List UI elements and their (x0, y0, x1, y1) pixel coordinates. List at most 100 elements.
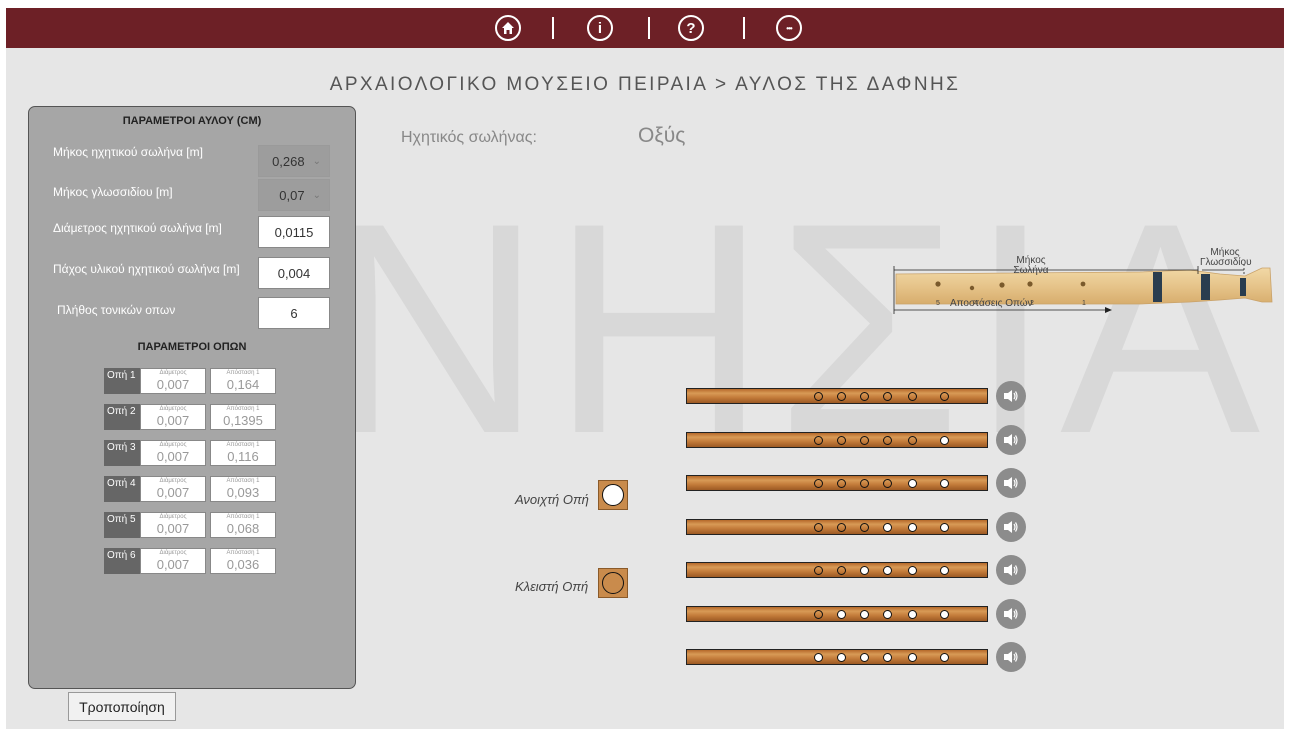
top-navigation-bar: i ? ••• (6, 8, 1284, 48)
hole-diameter-input[interactable]: Διάμετρος 0,007 (140, 368, 206, 394)
play-sound-button[interactable] (996, 599, 1026, 629)
closed-hole (837, 566, 846, 575)
diagram-hole-distances-label: Αποστάσεις Οπών (950, 298, 1033, 309)
open-hole (908, 523, 917, 532)
more-icon[interactable]: ••• (776, 15, 802, 41)
hole-distance-input[interactable]: Απόσταση 1 0,093 (210, 476, 276, 502)
open-hole (860, 653, 869, 662)
hole-distance-input[interactable]: Απόσταση 1 0,068 (210, 512, 276, 538)
hole-diameter-input[interactable]: Διάμετρος 0,007 (140, 476, 206, 502)
closed-hole (860, 479, 869, 488)
play-sound-button[interactable] (996, 642, 1026, 672)
closed-hole (908, 392, 917, 401)
hole-diameter-input[interactable]: Διάμετρος 0,007 (140, 512, 206, 538)
open-hole (940, 653, 949, 662)
parameters-panel: ΠΑΡΑΜΕΤΡΟΙ ΑΥΛΟΥ (CM) Μήκος ηχητικού σωλ… (28, 106, 356, 689)
open-hole (940, 479, 949, 488)
open-hole-swatch (598, 480, 628, 510)
open-hole (883, 610, 892, 619)
closed-hole (814, 392, 823, 401)
open-hole (860, 610, 869, 619)
tube-length-select[interactable]: 0,268 ⌄ (258, 145, 330, 177)
hole-row-2: Οπή 2 Διάμετρος 0,007 Απόσταση 1 0,1395 (104, 404, 304, 430)
hole-row-3: Οπή 3 Διάμετρος 0,007 Απόσταση 1 0,116 (104, 440, 304, 466)
fingering-tube-7 (686, 649, 988, 665)
modify-button[interactable]: Τροποποίηση (68, 692, 176, 721)
hole-label: Οπή 3 (104, 440, 140, 466)
hole-row-1: Οπή 1 Διάμετρος 0,007 Απόσταση 1 0,164 (104, 368, 304, 394)
diagram-mark: 5 (936, 300, 940, 307)
closed-hole (814, 479, 823, 488)
info-icon[interactable]: i (587, 15, 613, 41)
open-hole (837, 653, 846, 662)
hole-diameter-input[interactable]: Διάμετρος 0,007 (140, 548, 206, 574)
hole-diameter-input[interactable]: Διάμετρος 0,007 (140, 440, 206, 466)
closed-hole (814, 436, 823, 445)
hole-label: Οπή 2 (104, 404, 140, 430)
hole-distance-input[interactable]: Απόσταση 1 0,164 (210, 368, 276, 394)
open-hole (908, 566, 917, 575)
hole-row-6: Οπή 6 Διάμετρος 0,007 Απόσταση 1 0,036 (104, 548, 304, 574)
chevron-down-icon: ⌄ (312, 189, 321, 201)
home-icon[interactable] (495, 15, 521, 41)
closed-hole-label: Κλειστή Οπή (515, 579, 589, 594)
speaker-icon (1004, 608, 1018, 620)
play-sound-button[interactable] (996, 381, 1026, 411)
param-label-tube-length: Μήκος ηχητικού σωλήνα [m] (53, 145, 203, 159)
hole-count-input[interactable]: 6 (258, 297, 330, 329)
hole-distance-input[interactable]: Απόσταση 1 0,1395 (210, 404, 276, 430)
hole-distance-input[interactable]: Απόσταση 1 0,116 (210, 440, 276, 466)
hole-distance-input[interactable]: Απόσταση 1 0,036 (210, 548, 276, 574)
diagram-mark: 2 (1030, 300, 1034, 307)
wall-thickness-input[interactable]: 0,004 (258, 257, 330, 289)
closed-hole (814, 566, 823, 575)
hole-label: Οπή 5 (104, 512, 140, 538)
help-icon[interactable]: ? (678, 15, 704, 41)
closed-hole (837, 523, 846, 532)
holes-section-title: ΠΑΡΑΜΕΤΡΟΙ ΟΠΩΝ (137, 341, 247, 353)
play-sound-button[interactable] (996, 425, 1026, 455)
closed-hole (860, 392, 869, 401)
closed-hole (837, 392, 846, 401)
aulos-diagram: Μήκος Σωλήνα Μήκος Γλωσσιδίου Αποστάσεις… (890, 240, 1280, 320)
fingering-tube-1 (686, 388, 988, 404)
open-hole-label: Ανοιχτή Οπή (515, 492, 589, 507)
open-hole (940, 523, 949, 532)
speaker-icon (1004, 564, 1018, 576)
play-sound-button[interactable] (996, 555, 1026, 585)
play-sound-button[interactable] (996, 512, 1026, 542)
breadcrumb: ΑΡΧΑΙΟΛΟΓΙΚΟ ΜΟΥΣΕΙΟ ΠΕΙΡΑΙΑ > ΑΥΛΟΣ ΤΗΣ… (329, 74, 961, 95)
diagram-mark: 4 (974, 300, 978, 307)
tube-type-value: Οξύς (638, 124, 686, 147)
closed-hole (908, 436, 917, 445)
closed-hole (814, 610, 823, 619)
hole-row-5: Οπή 5 Διάμετρος 0,007 Απόσταση 1 0,068 (104, 512, 304, 538)
open-hole (837, 610, 846, 619)
open-hole (860, 566, 869, 575)
diagram-tube-length-label: Μήκος Σωλήνα (1013, 255, 1049, 276)
nav-separator (743, 17, 745, 39)
open-hole (908, 653, 917, 662)
closed-hole (883, 479, 892, 488)
diagram-mark: 1 (1082, 300, 1086, 307)
open-hole (940, 566, 949, 575)
reed-length-select[interactable]: 0,07 ⌄ (258, 179, 330, 211)
fingering-tube-3 (686, 475, 988, 491)
tube-diameter-input[interactable]: 0,0115 (258, 216, 330, 248)
hole-row-4: Οπή 4 Διάμετρος 0,007 Απόσταση 1 0,093 (104, 476, 304, 502)
fingering-tube-5 (686, 562, 988, 578)
play-sound-button[interactable] (996, 468, 1026, 498)
closed-hole (860, 436, 869, 445)
hole-diameter-input[interactable]: Διάμετρος 0,007 (140, 404, 206, 430)
open-hole (908, 479, 917, 488)
hole-label: Οπή 1 (104, 368, 140, 394)
panel-title: ΠΑΡΑΜΕΤΡΟΙ ΑΥΛΟΥ (CM) (122, 115, 262, 127)
param-label-reed-length: Μήκος γλωσσιδίου [m] (53, 185, 173, 199)
param-label-wall-thickness: Πάχος υλικού ηχητικού σωλήνα [m] (53, 262, 240, 276)
diagram-reed-length-label: Μήκος Γλωσσιδίου (1200, 247, 1252, 268)
open-hole (908, 610, 917, 619)
open-hole (814, 653, 823, 662)
speaker-icon (1004, 434, 1018, 446)
closed-hole (883, 392, 892, 401)
open-hole (940, 436, 949, 445)
